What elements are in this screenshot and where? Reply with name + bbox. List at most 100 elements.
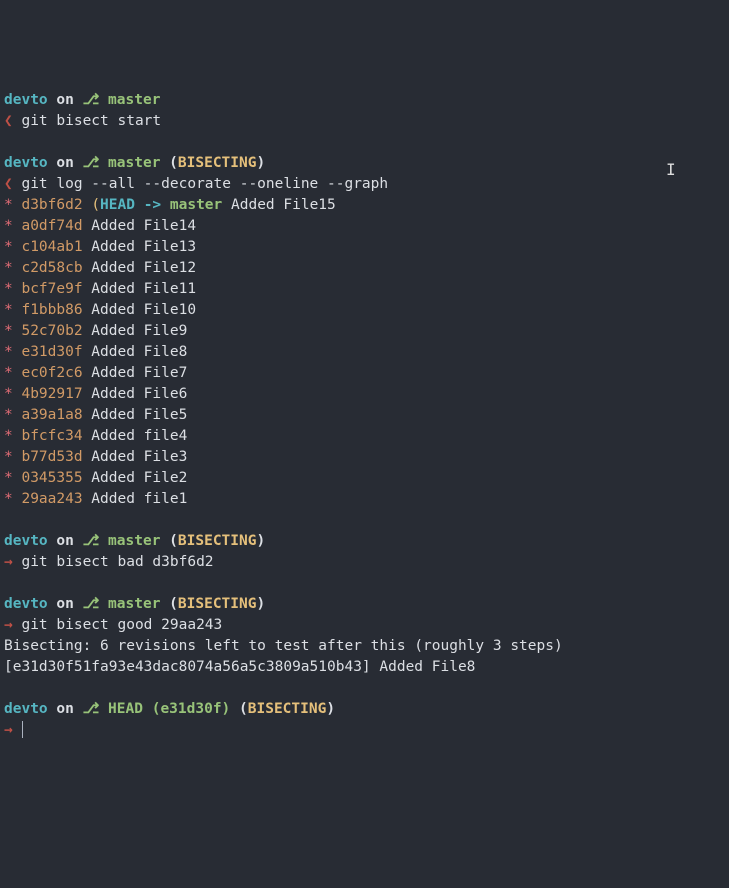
commit-msg: Added File5: [83, 407, 188, 423]
branch-ref: master: [170, 197, 222, 213]
commit-msg: Added File15: [222, 197, 336, 213]
commit-hash: 0345355: [21, 470, 82, 486]
commit-msg: Added File10: [83, 302, 197, 318]
deco-open: (: [91, 197, 100, 213]
log-line: * c2d58cb Added File12: [4, 260, 196, 276]
log-line: * d3bf6d2 (HEAD -> master Added File15: [4, 197, 336, 213]
paren-close: ): [256, 155, 265, 171]
log-line: * bfcfc34 Added file4: [4, 428, 187, 444]
graph-star: *: [4, 407, 13, 423]
graph-star: *: [4, 239, 13, 255]
log-line: * 29aa243 Added file1: [4, 491, 187, 507]
caret-icon: ❮: [4, 113, 13, 129]
commit-hash: a0df74d: [21, 218, 82, 234]
cmd-line-2: ❮ git log --all --decorate --oneline --g…: [4, 176, 388, 192]
branch: master: [108, 533, 160, 549]
on: on: [56, 596, 73, 612]
bisect-state: BISECTING: [178, 533, 257, 549]
commit-msg: Added File8: [83, 344, 188, 360]
terminal[interactable]: devto on ⎇ master ❮ git bisect start dev…: [4, 90, 725, 741]
bisect-state: BISECTING: [178, 155, 257, 171]
log-line: * 52c70b2 Added File9: [4, 323, 187, 339]
commit-msg: Added File12: [83, 260, 197, 276]
branch: master: [108, 92, 160, 108]
detached-hash: e31d30f: [160, 701, 221, 717]
commit-hash: ec0f2c6: [21, 365, 82, 381]
prompt-1: devto on ⎇ master: [4, 92, 160, 108]
cursor-icon: [22, 721, 23, 738]
branch-icon: ⎇: [83, 701, 100, 717]
dir: devto: [4, 533, 48, 549]
bisect-state: BISECTING: [248, 701, 327, 717]
paren-close: ): [326, 701, 335, 717]
log-line: * b77d53d Added File3: [4, 449, 187, 465]
command: git bisect good 29aa243: [21, 617, 222, 633]
log-line: * bcf7e9f Added File11: [4, 281, 196, 297]
commit-hash: 4b92917: [21, 386, 82, 402]
paren-open: (: [152, 701, 161, 717]
command: git log --all --decorate --oneline --gra…: [21, 176, 388, 192]
graph-star: *: [4, 218, 13, 234]
paren-open: (: [169, 596, 178, 612]
cmd-line-1: ❮ git bisect start: [4, 113, 161, 129]
commit-msg: Added File14: [83, 218, 197, 234]
arrow-icon: →: [4, 554, 13, 570]
log-line: * e31d30f Added File8: [4, 344, 187, 360]
on: on: [56, 533, 73, 549]
log-line: * 0345355 Added File2: [4, 470, 187, 486]
commit-msg: Added File2: [83, 470, 188, 486]
commit-hash: c104ab1: [21, 239, 82, 255]
commit-hash: b77d53d: [21, 449, 82, 465]
on: on: [56, 701, 73, 717]
cmd-line-3: → git bisect bad d3bf6d2: [4, 554, 214, 570]
graph-star: *: [4, 323, 13, 339]
graph-star: *: [4, 260, 13, 276]
commit-msg: Added File11: [83, 281, 197, 297]
dir: devto: [4, 155, 48, 171]
commit-hash: 52c70b2: [21, 323, 82, 339]
prompt-5: devto on ⎇ HEAD (e31d30f) (BISECTING): [4, 701, 335, 717]
commit-hash: f1bbb86: [21, 302, 82, 318]
graph-star: *: [4, 281, 13, 297]
branch-icon: ⎇: [83, 596, 100, 612]
log-line: * a39a1a8 Added File5: [4, 407, 187, 423]
head-label: HEAD: [108, 701, 143, 717]
paren-open: (: [169, 155, 178, 171]
dir: devto: [4, 92, 48, 108]
graph-star: *: [4, 470, 13, 486]
graph-star: *: [4, 428, 13, 444]
paren-close: ): [256, 596, 265, 612]
commit-hash: 29aa243: [21, 491, 82, 507]
caret-icon: ❮: [4, 176, 13, 192]
branch: master: [108, 155, 160, 171]
branch: master: [108, 596, 160, 612]
paren-close: ): [222, 701, 231, 717]
graph-star: *: [4, 449, 13, 465]
graph-star: *: [4, 386, 13, 402]
commit-msg: Added File13: [83, 239, 197, 255]
dir: devto: [4, 596, 48, 612]
bisect-output: Bisecting: 6 revisions left to test afte…: [4, 638, 563, 654]
commit-msg: Added file1: [83, 491, 188, 507]
graph-star: *: [4, 302, 13, 318]
branch-icon: ⎇: [83, 533, 100, 549]
commit-hash: c2d58cb: [21, 260, 82, 276]
arrow-icon: →: [4, 617, 13, 633]
commit-msg: Added File3: [83, 449, 188, 465]
head-ref: HEAD ->: [100, 197, 170, 213]
command: git bisect bad d3bf6d2: [21, 554, 213, 570]
prompt-3: devto on ⎇ master (BISECTING): [4, 533, 265, 549]
graph-star: *: [4, 491, 13, 507]
commit-hash: a39a1a8: [21, 407, 82, 423]
commit-hash: d3bf6d2: [21, 197, 82, 213]
graph-star: *: [4, 365, 13, 381]
command: git bisect start: [21, 113, 161, 129]
branch-icon: ⎇: [83, 92, 100, 108]
cmd-line-5[interactable]: →: [4, 722, 23, 738]
commit-msg: Added File6: [83, 386, 188, 402]
commit-msg: Added file4: [83, 428, 188, 444]
on: on: [56, 155, 73, 171]
dir: devto: [4, 701, 48, 717]
graph-star: *: [4, 344, 13, 360]
log-line: * c104ab1 Added File13: [4, 239, 196, 255]
